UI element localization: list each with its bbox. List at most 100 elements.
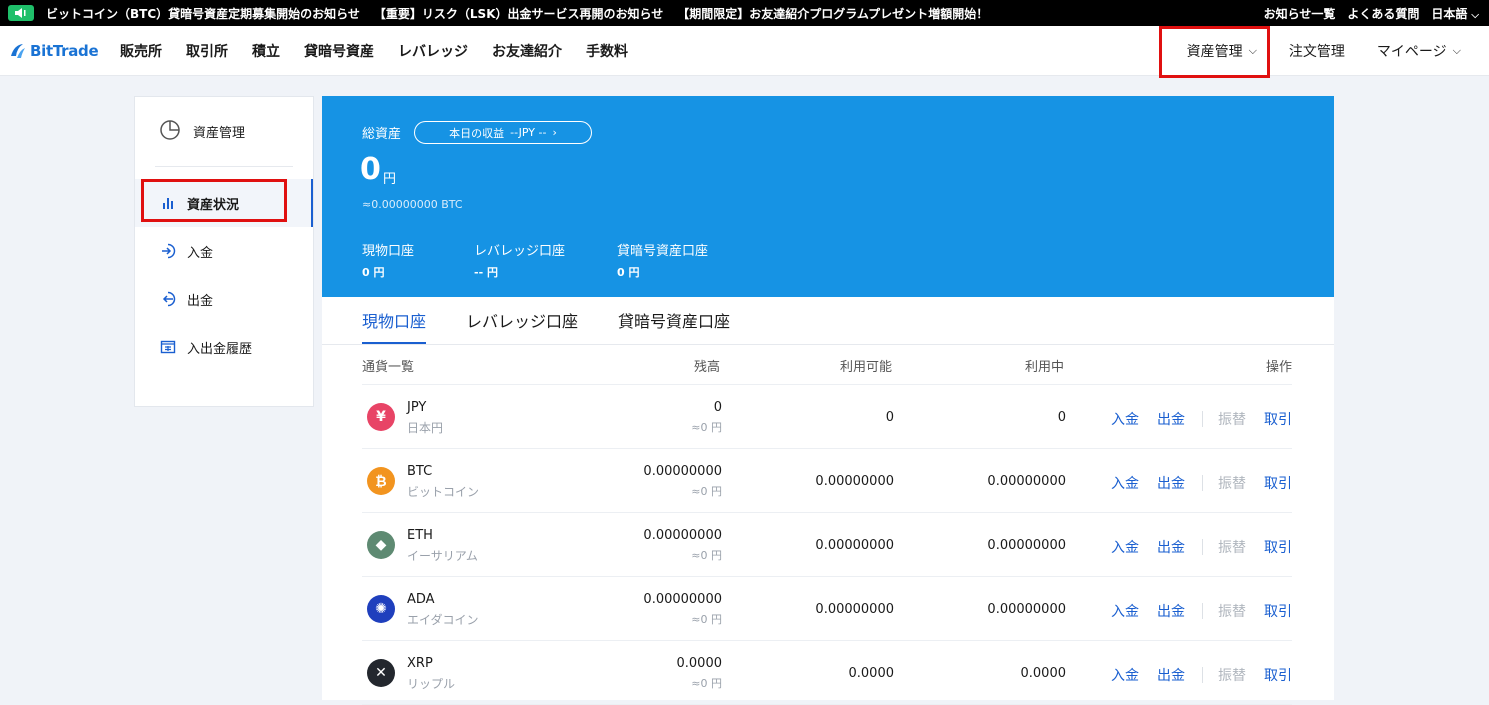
sidebar-item-label: 入出金履歴: [187, 341, 253, 357]
bittrade-logo-icon: [11, 43, 25, 58]
nav-referral[interactable]: お友達紹介: [492, 41, 562, 61]
balance-value: 0.00000000: [643, 592, 722, 607]
table-row: ¥ JPY 日本円 0 ≈0 円 0 0 入金 出金 振替 取引: [362, 385, 1292, 449]
logo[interactable]: BitTrade: [8, 41, 108, 61]
tab-lending[interactable]: 貸暗号資産口座: [618, 308, 730, 344]
btc-equivalent: ≈0.00000000 BTC: [362, 198, 463, 211]
deposit-link[interactable]: 入金: [1111, 601, 1139, 621]
row-actions: 入金 出金 振替 取引: [1093, 409, 1292, 429]
nav-fees[interactable]: 手数料: [586, 41, 628, 61]
nav-exchange[interactable]: 取引所: [186, 41, 228, 61]
divider: [1202, 603, 1203, 619]
news-list-link[interactable]: お知らせ一覧: [1264, 5, 1336, 22]
trade-link[interactable]: 取引: [1264, 409, 1292, 429]
row-actions: 入金 出金 振替 取引: [1093, 537, 1292, 557]
asset-table-panel: 現物口座 レバレッジ口座 貸暗号資産口座 通貨一覧 残高 利用可能 利用中 操作…: [322, 297, 1334, 705]
withdraw-link[interactable]: 出金: [1157, 601, 1185, 621]
tab-leverage[interactable]: レバレッジ口座: [466, 308, 578, 344]
transfer-link[interactable]: 振替: [1218, 665, 1246, 685]
table-row: ✕ XRP リップル 0.0000 ≈0 円 0.0000 0.0000 入金 出金 振替 取引: [362, 641, 1292, 705]
divider: [1202, 667, 1203, 683]
transfer-link[interactable]: 振替: [1218, 537, 1246, 557]
deposit-link[interactable]: 入金: [1111, 473, 1139, 493]
account-tabs: 現物口座 レバレッジ口座 貸暗号資産口座: [322, 297, 1334, 345]
spot-account-label: 現物口座: [362, 244, 415, 259]
available-value: 0.00000000: [815, 602, 894, 617]
in-use-value: 0.0000: [1020, 666, 1067, 681]
sidebar-item-history[interactable]: 入出金履歴: [135, 323, 313, 371]
transfer-link[interactable]: 振替: [1218, 409, 1246, 429]
faq-link[interactable]: よくある質問: [1347, 5, 1419, 22]
my-page-label: マイページ: [1376, 44, 1447, 60]
currency-name: エイダコイン: [407, 613, 479, 627]
logo-text: BitTrade: [30, 41, 99, 60]
currency-name: イーサリアム: [407, 549, 478, 563]
news-item[interactable]: ビットコイン（BTC）貸暗号資産定期募集開始のお知らせ: [46, 5, 360, 22]
sidebar-item-withdraw[interactable]: 出金: [135, 275, 313, 323]
nav-leverage[interactable]: レバレッジ: [398, 41, 468, 61]
total-assets-label: 総資産: [362, 127, 402, 142]
speaker-icon: [8, 5, 34, 21]
currency-name: ビットコイン: [407, 485, 480, 499]
currency-name: リップル: [407, 677, 456, 691]
news-item[interactable]: 【期間限定】お友達紹介プログラムプレゼント増額開始！: [677, 5, 988, 22]
balance-jpy: ≈0 円: [691, 549, 722, 562]
balance-jpy: ≈0 円: [691, 613, 722, 626]
deposit-link[interactable]: 入金: [1111, 409, 1139, 429]
table-header: 通貨一覧 残高 利用可能 利用中 操作: [362, 345, 1292, 385]
nav-lending[interactable]: 貸暗号資産: [304, 41, 374, 61]
bitcoin-icon: ₿: [367, 467, 395, 495]
withdraw-link[interactable]: 出金: [1157, 409, 1185, 429]
sidebar-title: 資産管理: [193, 126, 246, 141]
pie-chart-icon: [159, 119, 181, 145]
currency-code: ADA: [407, 592, 435, 607]
row-actions: 入金 出金 振替 取引: [1093, 665, 1292, 685]
language-select[interactable]: 日本語 ⌵: [1431, 5, 1479, 22]
currency-code: JPY: [407, 400, 427, 415]
trade-link[interactable]: 取引: [1264, 601, 1292, 621]
news-item[interactable]: 【重要】リスク（LSK）出金サービス再開のお知らせ: [374, 5, 663, 22]
withdraw-link[interactable]: 出金: [1157, 665, 1185, 685]
table-row: ₿ BTC ビットコイン 0.00000000 ≈0 円 0.00000000 0.0000…: [362, 449, 1292, 513]
col-currency: 通貨一覧: [362, 360, 415, 375]
sidebar: 資産管理 資産状況 入金 出金 入出金履歴: [134, 96, 314, 407]
cardano-icon: ✺: [367, 595, 395, 623]
balance-jpy: ≈0 円: [691, 677, 722, 690]
withdraw-link[interactable]: 出金: [1157, 473, 1185, 493]
yen-coin-icon: ¥: [367, 403, 395, 431]
deposit-link[interactable]: 入金: [1111, 665, 1139, 685]
deposit-link[interactable]: 入金: [1111, 537, 1139, 557]
row-actions: 入金 出金 振替 取引: [1093, 601, 1292, 621]
available-value: 0: [885, 410, 894, 425]
table-row: ◆ ETH イーサリアム 0.00000000 ≈0 円 0.00000000 0.0000…: [362, 513, 1292, 577]
currency-code: ETH: [407, 528, 433, 543]
transfer-link[interactable]: 振替: [1218, 601, 1246, 621]
withdraw-link[interactable]: 出金: [1157, 537, 1185, 557]
in-use-value: 0.00000000: [987, 602, 1066, 617]
total-assets-unit: 円: [383, 172, 397, 187]
trade-link[interactable]: 取引: [1264, 665, 1292, 685]
tab-spot[interactable]: 現物口座: [362, 308, 427, 344]
deposit-icon: [159, 242, 177, 260]
main-nav: 販売所 取引所 積立 貸暗号資産 レバレッジ お友達紹介 手数料: [120, 41, 652, 61]
divider: [1202, 411, 1203, 427]
transfer-link[interactable]: 振替: [1218, 473, 1246, 493]
highlight-box: [1159, 26, 1270, 78]
trade-link[interactable]: 取引: [1264, 473, 1292, 493]
trade-link[interactable]: 取引: [1264, 537, 1292, 557]
chevron-down-icon: ⌵: [1471, 9, 1479, 21]
balance-jpy: ≈0 円: [691, 421, 722, 434]
spot-account-value: 0 円: [362, 266, 385, 279]
my-page-menu[interactable]: マイページ ⌵: [1361, 26, 1489, 76]
highlight-box: [141, 179, 287, 222]
nav-sales[interactable]: 販売所: [120, 41, 162, 61]
language-label: 日本語: [1431, 6, 1468, 21]
order-management-menu[interactable]: 注文管理: [1273, 26, 1361, 76]
available-value: 0.0000: [848, 666, 895, 681]
sidebar-item-deposit[interactable]: 入金: [135, 227, 313, 275]
currency-name: 日本円: [407, 421, 444, 435]
nav-accumulation[interactable]: 積立: [252, 41, 280, 61]
today-profit-button[interactable]: 本日の収益 --JPY -- ›: [414, 121, 592, 144]
ripple-icon: ✕: [367, 659, 395, 687]
withdraw-icon: [159, 290, 177, 308]
